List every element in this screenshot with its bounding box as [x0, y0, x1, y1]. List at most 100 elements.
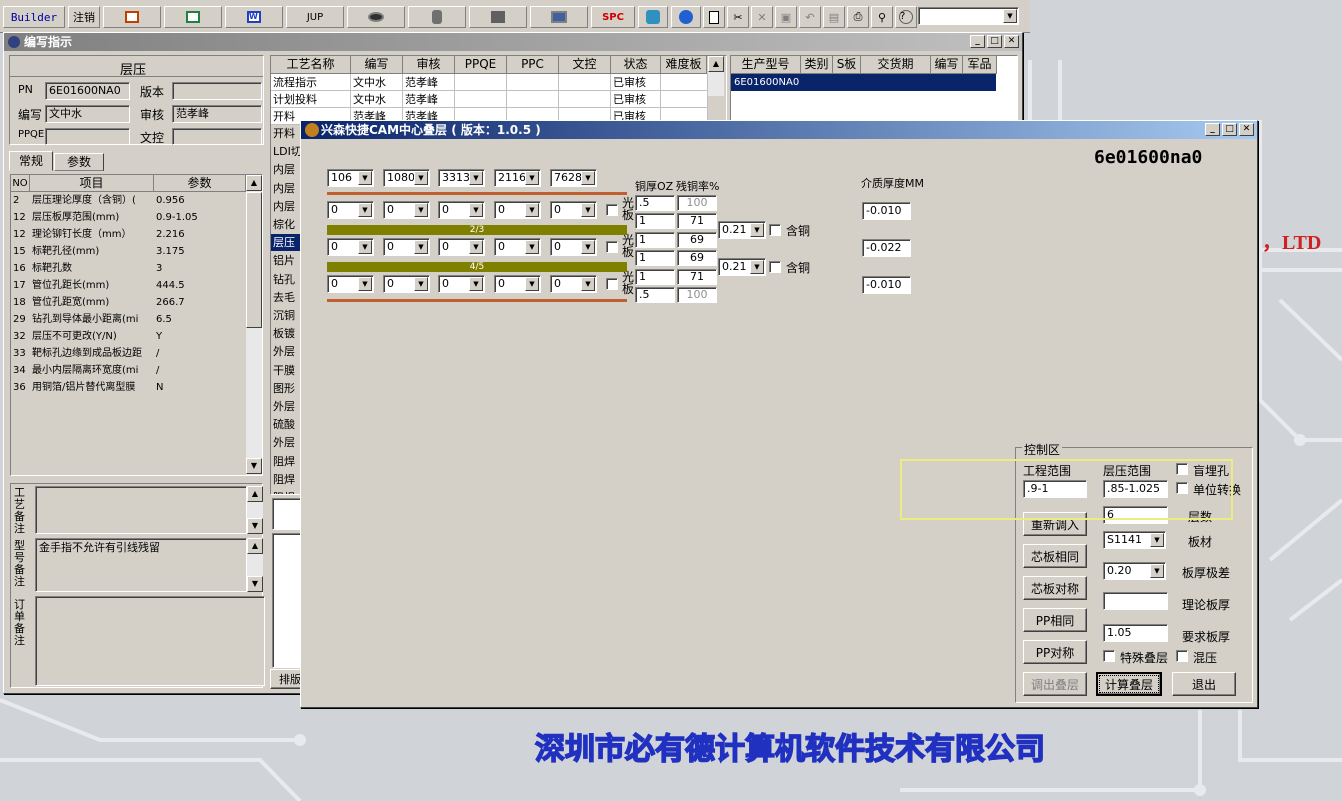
params-cell-item[interactable]: 钻孔到导体最小距离(mi	[30, 311, 154, 328]
spc-button[interactable]: SPC	[591, 6, 635, 28]
contain-cu-checkbox[interactable]	[769, 224, 781, 236]
minimize-button[interactable]: _	[1205, 123, 1220, 136]
note-model-field[interactable]: 金手指不允许有引线残留	[35, 538, 247, 592]
tab-general[interactable]: 常规	[9, 151, 53, 171]
maximize-button[interactable]: □	[1222, 123, 1237, 136]
model-header-4[interactable]: 编写	[931, 56, 963, 74]
params-cell-no[interactable]: 34	[11, 362, 30, 379]
params-cell-val[interactable]: 0.9-1.05	[154, 209, 246, 226]
model-header-5[interactable]: 军品	[963, 56, 997, 74]
logout-button[interactable]: 注销	[68, 6, 100, 28]
model-header-1[interactable]: 类别	[801, 56, 833, 74]
prepreg-select[interactable]: 0 ▼	[383, 238, 430, 256]
core-thickness-select[interactable]: 0.21 ▼	[718, 221, 766, 239]
process-cell-empty[interactable]	[661, 74, 708, 91]
prepreg-select[interactable]: 0 ▼	[494, 201, 541, 219]
builder-button[interactable]: Builder	[3, 6, 65, 28]
params-cell-val[interactable]: /	[154, 362, 246, 379]
prepreg-select[interactable]: 0 ▼	[494, 275, 541, 293]
prepreg-select[interactable]: 0 ▼	[438, 201, 485, 219]
cu-thickness-input[interactable]: 1	[635, 250, 675, 266]
process-cell-name[interactable]: 流程指示	[271, 74, 351, 91]
params-header-no[interactable]: NO	[11, 175, 30, 192]
prepreg-select[interactable]: 0 ▼	[327, 238, 374, 256]
process-cell-name[interactable]: 计划投料	[271, 91, 351, 108]
params-cell-val[interactable]: 3.175	[154, 243, 246, 260]
model-table[interactable]: 生产型号 类别 S板 交货期 编写 军品 6E01600NA0	[730, 55, 1018, 125]
eye-button[interactable]	[347, 6, 405, 28]
process-header-5[interactable]: 文控	[559, 56, 611, 74]
params-cell-item[interactable]: 管位孔距宽(mm)	[30, 294, 154, 311]
process-cell-empty[interactable]	[559, 74, 611, 91]
pp-type-select[interactable]: 2116 ▼	[494, 169, 541, 187]
core-same-button[interactable]: 芯板相同	[1023, 544, 1087, 568]
note-process-scrollbar[interactable]: ▲ ▼	[247, 486, 263, 534]
scroll-up-icon[interactable]: ▲	[247, 538, 263, 554]
refresh-button[interactable]	[638, 6, 668, 28]
scroll-up-icon[interactable]: ▲	[246, 175, 262, 191]
process-cell-s[interactable]: 已审核	[611, 74, 661, 91]
params-cell-item[interactable]: 标靶孔数	[30, 260, 154, 277]
process-cell-empty[interactable]	[507, 74, 559, 91]
process-header-4[interactable]: PPC	[507, 56, 559, 74]
params-cell-val[interactable]: 266.7	[154, 294, 246, 311]
params-cell-no[interactable]: 18	[11, 294, 30, 311]
minimize-button[interactable]: _	[970, 35, 985, 48]
core-sym-button[interactable]: 芯板对称	[1023, 576, 1087, 600]
process-cell-r[interactable]: 范孝峰	[403, 74, 455, 91]
cu-thickness-input[interactable]: 1	[635, 269, 675, 285]
pp-type-select[interactable]: 1080 ▼	[383, 169, 430, 187]
scroll-down-icon[interactable]: ▼	[247, 518, 263, 534]
tools-button[interactable]	[469, 6, 527, 28]
pp-type-select[interactable]: 106 ▼	[327, 169, 374, 187]
residual-input[interactable]: 100	[677, 287, 717, 303]
params-cell-val[interactable]: 2.216	[154, 226, 246, 243]
process-cell-empty[interactable]	[455, 91, 507, 108]
process-cell-w[interactable]: 文中水	[351, 91, 403, 108]
exit-button[interactable]: 退出	[1172, 672, 1236, 696]
database-button[interactable]	[408, 6, 466, 28]
light-board-checkbox[interactable]	[606, 204, 618, 216]
params-cell-item[interactable]: 用铜箔/铝片替代离型膜	[30, 379, 154, 396]
params-cell-val[interactable]: 6.5	[154, 311, 246, 328]
params-cell-item[interactable]: 靶标孔边缘到成品板边距	[30, 345, 154, 362]
process-cell-s[interactable]: 已审核	[611, 91, 661, 108]
model-header-3[interactable]: 交货期	[861, 56, 931, 74]
print-button[interactable]: ⎙	[847, 6, 869, 28]
prepreg-select[interactable]: 0 ▼	[383, 201, 430, 219]
process-header-2[interactable]: 审核	[403, 56, 455, 74]
process-header-6[interactable]: 状态	[611, 56, 661, 74]
note-process-field[interactable]	[35, 486, 247, 534]
params-cell-val[interactable]: 0.956	[154, 192, 246, 209]
model-row-selected[interactable]: 6E01600NA0	[731, 74, 996, 91]
prepreg-select[interactable]: 0 ▼	[550, 201, 597, 219]
pp-type-select[interactable]: 7628 ▼	[550, 169, 597, 187]
params-cell-no[interactable]: 29	[11, 311, 30, 328]
reviewer-field[interactable]: 范孝峰	[172, 105, 262, 123]
scroll-down-icon[interactable]: ▼	[247, 576, 263, 592]
prepreg-select[interactable]: 0 ▼	[327, 201, 374, 219]
dielectric-input[interactable]: -0.022	[862, 239, 911, 257]
material-select[interactable]: S1141 ▼	[1103, 531, 1166, 549]
excel-red-button[interactable]	[103, 6, 161, 28]
pn-field[interactable]: 6E01600NA0	[45, 82, 130, 100]
scroll-up-icon[interactable]: ▲	[247, 486, 263, 502]
monitor-button[interactable]	[530, 6, 588, 28]
params-header-value[interactable]: 参数	[154, 175, 246, 192]
params-cell-item[interactable]: 层压理论厚度（含铜）(	[30, 192, 154, 209]
process-header-7[interactable]: 难度板	[661, 56, 707, 74]
process-cell-empty[interactable]	[507, 91, 559, 108]
jup-button[interactable]: JUP	[286, 6, 344, 28]
params-cell-item[interactable]: 层压板厚范围(mm)	[30, 209, 154, 226]
special-stack-checkbox[interactable]	[1103, 650, 1115, 662]
process-cell-empty[interactable]	[455, 74, 507, 91]
pp-same-button[interactable]: PP相同	[1023, 608, 1087, 632]
residual-input[interactable]: 71	[677, 269, 717, 285]
light-board-checkbox[interactable]	[606, 278, 618, 290]
prepreg-select[interactable]: 0 ▼	[550, 275, 597, 293]
dielectric-input[interactable]: -0.010	[862, 276, 911, 294]
process-header-0[interactable]: 工艺名称	[271, 56, 351, 74]
note-order-field[interactable]	[35, 596, 265, 686]
params-header-item[interactable]: 项目	[30, 175, 154, 192]
prepreg-select[interactable]: 0 ▼	[438, 238, 485, 256]
